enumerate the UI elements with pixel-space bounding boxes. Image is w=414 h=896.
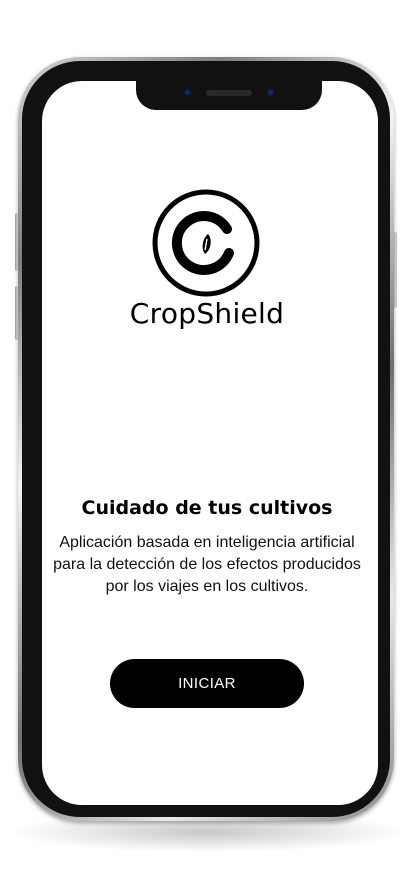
app-description: Aplicación basada en inteligencia artifi…	[53, 534, 361, 595]
start-button[interactable]: INICIAR	[110, 659, 304, 708]
brand-name: CropShield	[129, 297, 285, 330]
sensor-icon	[183, 88, 192, 97]
page-heading: Cuidado de tus cultivos	[81, 497, 333, 519]
mockup-stage: CropShield Cuidado de tus cultivos Aplic…	[0, 0, 414, 896]
cropshield-logo-icon	[152, 189, 260, 297]
speaker-grille	[206, 90, 252, 96]
front-camera-icon	[266, 88, 275, 97]
notch	[136, 81, 322, 110]
